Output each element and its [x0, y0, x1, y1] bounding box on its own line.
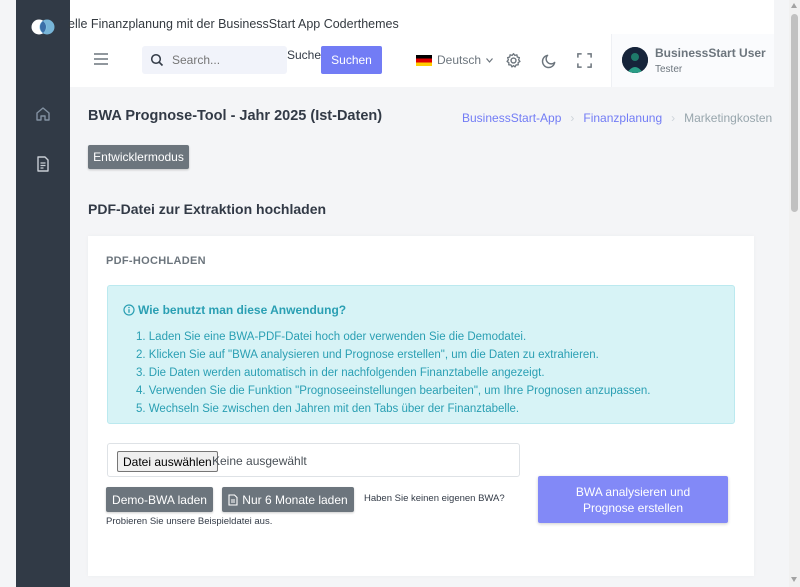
breadcrumb-item-app[interactable]: BusinessStart-App	[462, 111, 561, 125]
developer-mode-button[interactable]: Entwicklermodus	[88, 145, 189, 169]
fullscreen-icon[interactable]	[576, 52, 593, 69]
document-icon[interactable]	[34, 155, 52, 173]
list-item: 4. Verwenden Sie die Funktion "Prognosee…	[136, 385, 651, 397]
avatar	[622, 47, 648, 73]
choose-file-button[interactable]: Datei auswählen	[117, 451, 218, 472]
search-icon	[150, 53, 164, 67]
search-input[interactable]	[172, 50, 282, 70]
card-header: PDF-HOCHLADEN	[106, 255, 206, 267]
scroll-down-icon[interactable]	[791, 577, 797, 582]
list-item: 2. Klicken Sie auf "BWA analysieren und …	[136, 349, 599, 361]
moon-icon[interactable]	[541, 52, 558, 69]
section-title: PDF-Datei zur Extraktion hochladen	[88, 201, 327, 217]
search-box	[142, 46, 287, 74]
window-title: elle Finanzplanung mit der BusinessStart…	[68, 17, 399, 31]
german-flag-icon	[416, 54, 432, 66]
demo-bwa-button[interactable]: Demo-BWA laden	[106, 487, 213, 512]
search-button[interactable]: Suchen	[321, 46, 382, 74]
info-title: Wie benutzt man diese Anwendung?	[123, 303, 346, 317]
scroll-up-icon[interactable]	[791, 3, 797, 8]
gear-icon[interactable]	[505, 52, 522, 69]
list-item: 1. Laden Sie eine BWA-PDF-Datei hoch ode…	[136, 331, 527, 343]
file-input: Datei auswählen Keine ausgewählt	[107, 443, 520, 477]
home-icon[interactable]	[34, 105, 52, 123]
topbar: Suchen Suchen Deutsch BusinessStart User…	[70, 34, 774, 87]
scrollbar-thumb[interactable]	[791, 14, 798, 212]
user-menu[interactable]: BusinessStart User Tester	[611, 34, 774, 87]
breadcrumb-separator-icon: ›	[671, 111, 676, 125]
instruction-list: 1. Laden Sie eine BWA-PDF-Datei hoch ode…	[136, 328, 651, 418]
info-box: Wie benutzt man diese Anwendung? 1. Lade…	[107, 285, 735, 424]
breadcrumb-item-current: Marketingkosten	[684, 111, 773, 125]
demo-hint: Haben Sie keinen eigenen BWA?	[364, 493, 505, 504]
six-months-label: Nur 6 Monate laden	[242, 492, 348, 507]
breadcrumb: BusinessStart-App › Finanzplanung › Mark…	[462, 111, 772, 125]
language-label: Deutsch	[437, 53, 482, 67]
app-logo-icon[interactable]	[30, 16, 56, 38]
user-role: Tester	[655, 64, 683, 75]
file-status: Keine ausgewählt	[212, 454, 307, 468]
six-months-button[interactable]: Nur 6 Monate laden	[222, 487, 354, 512]
info-icon	[123, 304, 135, 316]
demo-subtext: Probieren Sie unsere Beispieldatei aus.	[106, 516, 273, 527]
list-item: 3. Die Daten werden automatisch in der n…	[136, 367, 545, 379]
breadcrumb-separator-icon: ›	[570, 111, 575, 125]
list-item: 5. Wechseln Sie zwischen den Jahren mit …	[136, 403, 520, 415]
chevron-down-icon	[486, 57, 493, 63]
scrollbar[interactable]	[789, 0, 800, 587]
page-title: BWA Prognose-Tool - Jahr 2025 (Ist-Daten…	[88, 108, 383, 124]
title-strip: elle Finanzplanung mit der BusinessStart…	[68, 0, 774, 34]
demo-bwa-label: Demo-BWA laden	[112, 492, 207, 507]
file-icon	[228, 493, 238, 506]
user-name: BusinessStart User	[655, 46, 766, 60]
info-title-text: Wie benutzt man diese Anwendung?	[138, 303, 347, 317]
breadcrumb-item-finanzplanung[interactable]: Finanzplanung	[583, 111, 662, 125]
sidebar	[16, 0, 70, 587]
analyze-button[interactable]: BWA analysieren und Prognose erstellen	[538, 476, 728, 523]
hamburger-menu-icon[interactable]	[92, 51, 110, 67]
language-selector[interactable]: Deutsch	[416, 53, 493, 67]
upload-card: PDF-HOCHLADEN Wie benutzt man diese Anwe…	[88, 236, 754, 576]
